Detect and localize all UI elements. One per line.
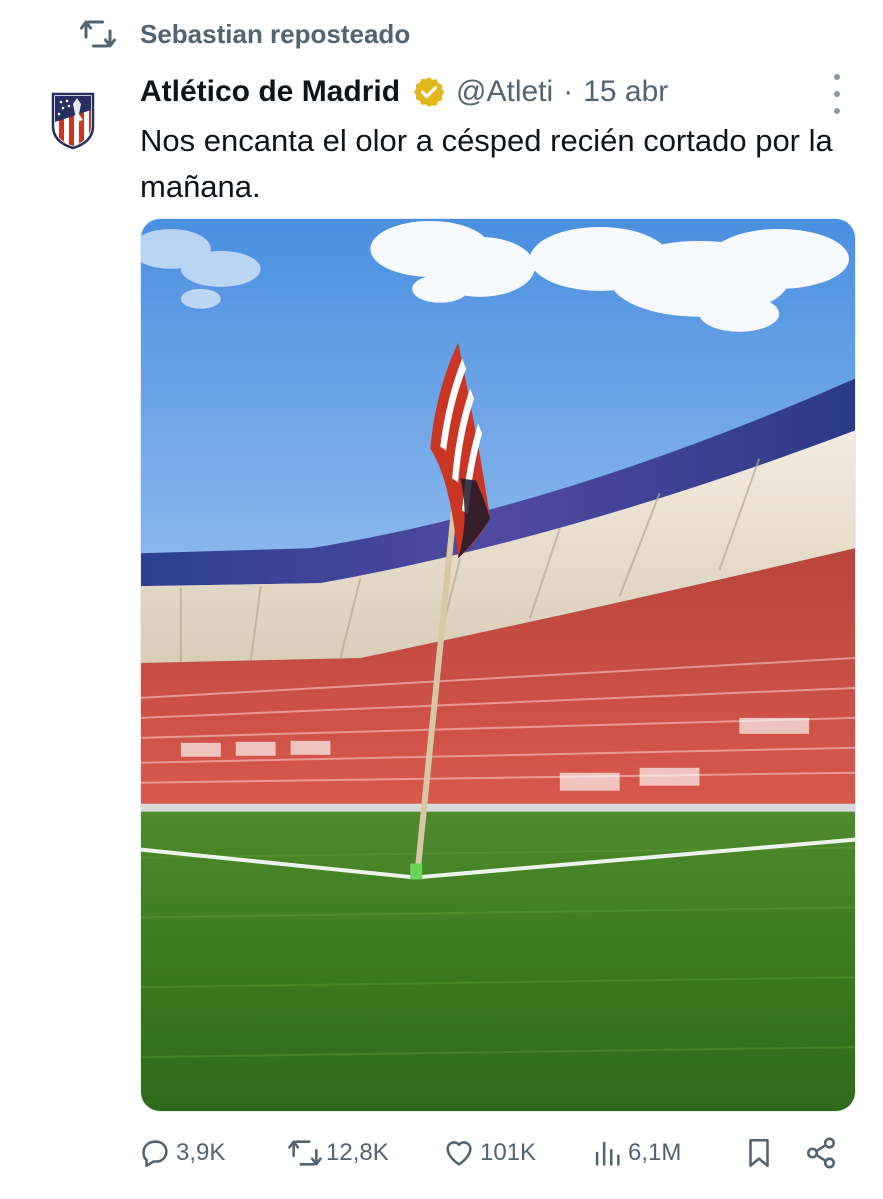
tweet-action-bar: 3,9K 12,8K 101K 6,1M <box>138 1133 850 1173</box>
bookmark-icon <box>749 1138 769 1168</box>
repost-count: 12,8K <box>326 1139 389 1166</box>
share-icon <box>806 1137 836 1169</box>
separator-dot: · <box>563 75 574 108</box>
reply-button[interactable]: 3,9K <box>138 1136 225 1170</box>
reply-count: 3,9K <box>176 1139 226 1166</box>
repost-icon <box>288 1140 322 1166</box>
reply-icon <box>142 1140 168 1168</box>
repost-icon <box>80 20 116 48</box>
avatar[interactable] <box>42 84 104 158</box>
repost-button[interactable]: 12,8K <box>288 1136 389 1170</box>
tweet-media-image[interactable] <box>140 218 856 1112</box>
more-options-button[interactable] <box>827 74 847 114</box>
views-chart-icon <box>595 1141 620 1166</box>
tweet-header: Atlético de Madrid @Atleti · 15 abr <box>140 68 668 116</box>
atletico-crest-icon <box>51 92 95 150</box>
verified-gold-badge-icon <box>413 77 445 107</box>
tweet-text: Nos encanta el olor a césped recién cort… <box>140 123 833 204</box>
author-name[interactable]: Atlético de Madrid <box>140 75 400 109</box>
more-vertical-icon <box>834 74 840 80</box>
like-count: 101K <box>480 1139 537 1166</box>
author-handle[interactable]: @Atleti <box>456 75 553 109</box>
views-button[interactable]: 6,1M <box>590 1136 681 1170</box>
bookmark-button[interactable] <box>742 1136 780 1170</box>
like-button[interactable]: 101K <box>442 1136 536 1170</box>
tweet-date[interactable]: 15 abr <box>583 75 668 109</box>
heart-icon <box>446 1141 472 1166</box>
views-count: 6,1M <box>628 1139 682 1166</box>
share-button[interactable] <box>804 1136 842 1170</box>
stadium-photo <box>141 219 855 1111</box>
repost-label: Sebastian reposteado <box>140 18 411 49</box>
repost-indicator[interactable]: Sebastian reposteado <box>80 14 410 54</box>
